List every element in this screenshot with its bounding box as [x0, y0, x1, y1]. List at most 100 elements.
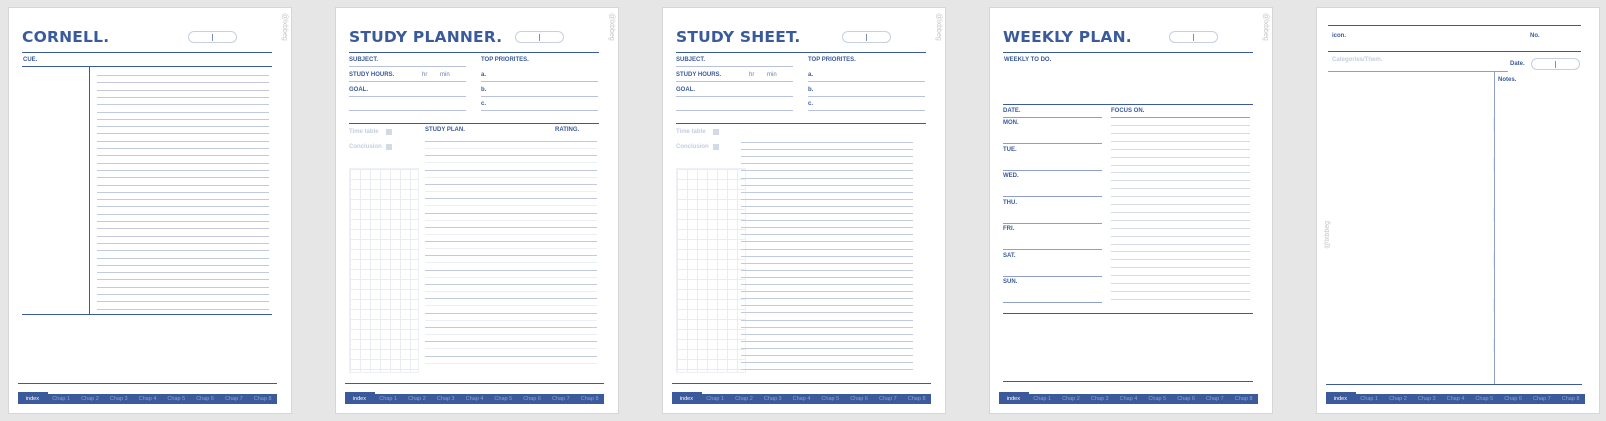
focus-line[interactable]: [1111, 204, 1250, 205]
study-sheet-line[interactable]: [741, 191, 913, 193]
focus-line[interactable]: [1111, 251, 1250, 253]
note-line[interactable]: [97, 155, 269, 157]
study-sheet-line[interactable]: [741, 298, 913, 300]
time-table-checkbox[interactable]: [386, 129, 392, 135]
study-plan-line[interactable]: [425, 241, 597, 243]
study-sheet-line[interactable]: [741, 184, 913, 186]
study-plan-line[interactable]: [425, 255, 597, 257]
subject-field[interactable]: [676, 66, 793, 67]
tab-chap-3[interactable]: Chap 3: [431, 396, 460, 402]
focus-line[interactable]: [1111, 125, 1250, 126]
date-toggle[interactable]: [1169, 31, 1218, 43]
note-line[interactable]: [97, 242, 269, 244]
focus-line[interactable]: [1111, 148, 1250, 150]
study-sheet-line[interactable]: [741, 163, 913, 165]
focus-line[interactable]: [1111, 243, 1250, 245]
day-rule[interactable]: [1003, 222, 1102, 224]
tab-chap-5[interactable]: Chap 5: [162, 396, 191, 402]
note-line[interactable]: [97, 286, 269, 288]
study-sheet-line[interactable]: [741, 142, 913, 143]
study-plan-subline[interactable]: [425, 276, 597, 278]
categories-field[interactable]: Categories/Them.: [1332, 57, 1382, 63]
study-plan-line[interactable]: [425, 298, 597, 300]
priority-b-field[interactable]: [808, 96, 925, 97]
conclusion-checkbox[interactable]: [713, 144, 719, 150]
note-line[interactable]: [97, 191, 269, 193]
study-sheet-page[interactable]: STUDY SHEET. @lxbbeg SUBJECT. STUDY HOUR…: [662, 7, 946, 414]
tab-chap-7[interactable]: Chap 7: [546, 396, 575, 402]
note-line[interactable]: [97, 213, 269, 215]
tab-chap-3[interactable]: Chap 3: [758, 396, 787, 402]
tab-chap-5[interactable]: Chap 5: [1143, 396, 1172, 402]
study-plan-line[interactable]: [425, 326, 597, 328]
note-line[interactable]: [97, 257, 269, 259]
study-plan-subline[interactable]: [425, 205, 597, 207]
tab-chap-4[interactable]: Chap 4: [133, 396, 162, 402]
time-table-checkbox[interactable]: [713, 129, 719, 135]
day-rule[interactable]: [1003, 143, 1102, 144]
note-line[interactable]: [97, 75, 269, 76]
note-line[interactable]: [97, 133, 269, 135]
study-sheet-line[interactable]: [741, 284, 913, 285]
priority-b-field[interactable]: [481, 96, 598, 97]
focus-line[interactable]: [1111, 132, 1250, 134]
tab-index[interactable]: index: [672, 396, 701, 402]
study-sheet-line[interactable]: [741, 220, 913, 222]
tab-chap-1[interactable]: Chap 1: [374, 396, 403, 402]
note-line[interactable]: [97, 126, 269, 128]
study-plan-line[interactable]: [425, 341, 597, 343]
study-sheet-line[interactable]: [741, 156, 913, 158]
note-line[interactable]: [97, 118, 269, 120]
tab-chap-6[interactable]: Chap 6: [1499, 396, 1528, 402]
tab-index[interactable]: index: [999, 396, 1028, 402]
conclusion-checkbox[interactable]: [386, 144, 392, 150]
tab-chap-7[interactable]: Chap 7: [1527, 396, 1556, 402]
note-line[interactable]: [97, 89, 269, 91]
date-toggle[interactable]: [842, 31, 891, 43]
study-plan-line[interactable]: [425, 155, 597, 157]
study-hours-field[interactable]: [676, 81, 793, 82]
study-sheet-line[interactable]: [741, 369, 913, 371]
study-plan-subline[interactable]: [425, 333, 597, 335]
note-line[interactable]: [97, 111, 269, 113]
study-plan-subline[interactable]: [425, 319, 597, 321]
weekly-plan-page[interactable]: WEEKLY PLAN. @lxbbeg WEEKLY TO DO. DATE.…: [989, 7, 1273, 414]
tab-chap-2[interactable]: Chap 2: [1057, 396, 1086, 402]
focus-line[interactable]: [1111, 259, 1250, 261]
study-sheet-line[interactable]: [741, 177, 913, 179]
focus-line[interactable]: [1111, 156, 1250, 158]
tab-chap-7[interactable]: Chap 7: [873, 396, 902, 402]
tab-chap-6[interactable]: Chap 6: [518, 396, 547, 402]
study-sheet-line[interactable]: [741, 255, 913, 257]
priority-c-field[interactable]: [808, 110, 925, 111]
day-rule[interactable]: [1003, 249, 1102, 250]
note-line[interactable]: [97, 272, 269, 274]
tab-chap-5[interactable]: Chap 5: [816, 396, 845, 402]
cornell-page[interactable]: CORNELL. @lxbbeg CUE. index Chap 1 Chap 2C…: [8, 7, 292, 414]
study-plan-subline[interactable]: [425, 305, 597, 307]
tab-chap-4[interactable]: Chap 4: [1114, 396, 1143, 402]
timetable-grid[interactable]: [676, 168, 746, 373]
tab-chap-8[interactable]: Chap 8: [1229, 396, 1258, 402]
study-plan-subline[interactable]: [425, 291, 597, 292]
note-line[interactable]: [97, 279, 269, 281]
study-plan-subline[interactable]: [425, 176, 597, 178]
note-line[interactable]: [97, 104, 269, 106]
tab-chap-8[interactable]: Chap 8: [575, 396, 604, 402]
note-line[interactable]: [97, 169, 269, 171]
tab-chap-1[interactable]: Chap 1: [701, 396, 730, 402]
study-sheet-line[interactable]: [741, 198, 913, 200]
study-sheet-line[interactable]: [741, 305, 913, 307]
study-hours-field[interactable]: [349, 81, 466, 82]
focus-line[interactable]: [1111, 283, 1250, 284]
study-sheet-line[interactable]: [741, 262, 913, 264]
date-toggle[interactable]: [1531, 58, 1580, 70]
tab-chap-6[interactable]: Chap 6: [1172, 396, 1201, 402]
study-sheet-line[interactable]: [741, 276, 913, 278]
study-plan-line[interactable]: [425, 183, 597, 185]
study-sheet-line[interactable]: [741, 149, 913, 151]
study-plan-subline[interactable]: [425, 262, 597, 264]
note-line[interactable]: [97, 294, 269, 295]
note-line[interactable]: [97, 235, 269, 237]
note-line[interactable]: [97, 177, 269, 179]
